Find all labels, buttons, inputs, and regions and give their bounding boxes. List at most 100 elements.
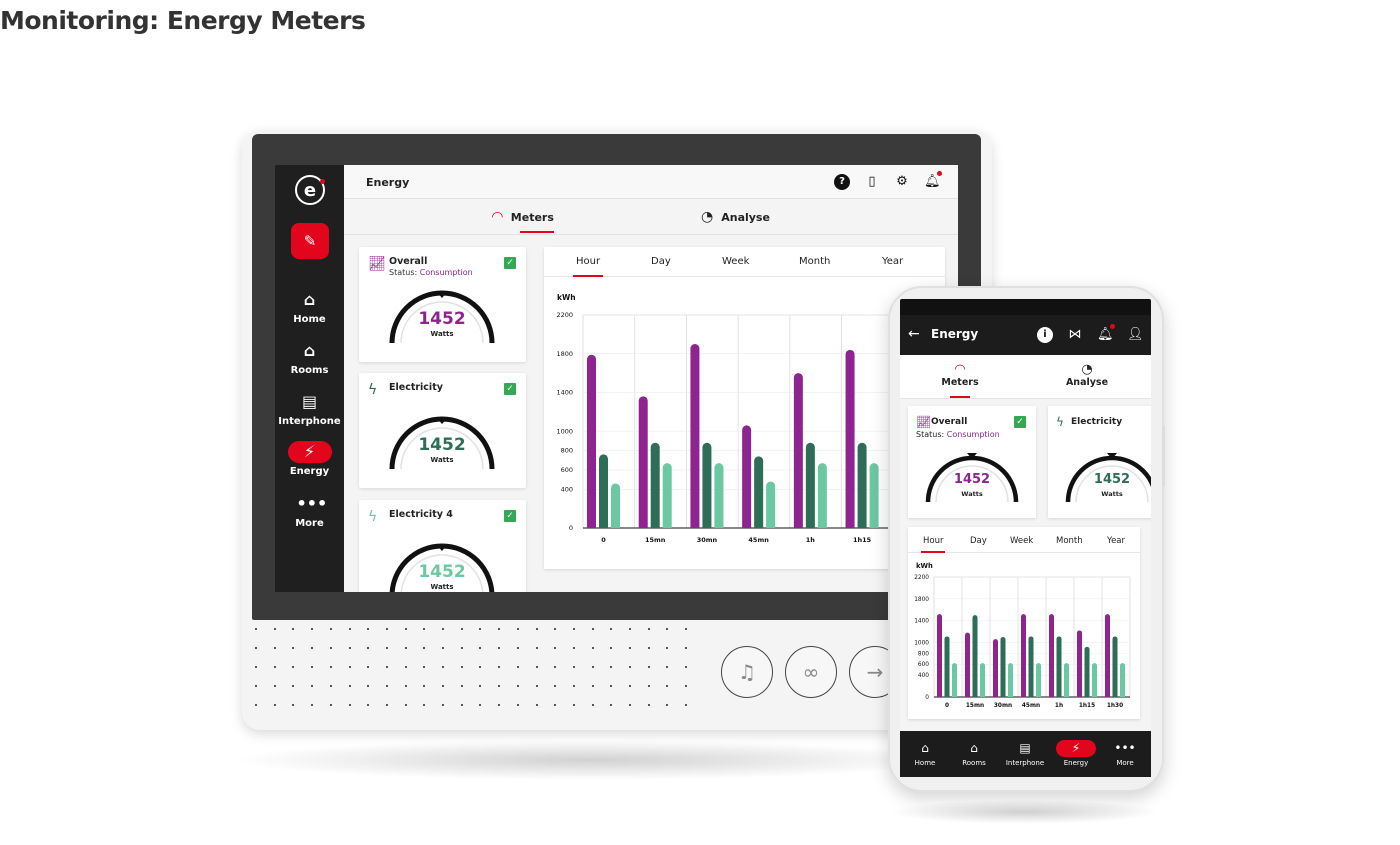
- no-signal-icon[interactable]: ⋈: [1067, 327, 1083, 343]
- speaker-hole: [666, 666, 669, 668]
- speaker-hole: [516, 666, 519, 668]
- bar: [611, 483, 620, 528]
- bar: [662, 463, 672, 528]
- arrow-icon: →: [866, 660, 884, 684]
- bar: [1000, 637, 1006, 697]
- sidebar-item-more[interactable]: ••• More: [275, 493, 344, 529]
- tab-week[interactable]: Week: [722, 256, 749, 267]
- main-tabs: ◠ Meters ◔ Analyse: [900, 355, 1151, 399]
- bell-icon[interactable]: 🔔︎: [924, 171, 942, 190]
- speaker-hole: [423, 647, 426, 649]
- y-tick-label: 0: [569, 524, 573, 532]
- tab-analyse[interactable]: ◔ Analyse: [1052, 363, 1122, 389]
- sidebar-item-interphone[interactable]: ▤ Interphone: [275, 391, 344, 427]
- checkbox-checked[interactable]: ✓: [1014, 416, 1026, 428]
- checkbox-checked[interactable]: ✓: [504, 383, 516, 395]
- tablet-screen: e ✎ ⌂ Home ⌂ Rooms ▤ Interphone ⚡ Energy…: [275, 165, 958, 592]
- info-icon[interactable]: i: [1037, 327, 1053, 343]
- tab-month[interactable]: Month: [1056, 536, 1083, 546]
- nav-label: Home: [914, 759, 936, 767]
- tab-meters[interactable]: ◠ Meters: [925, 363, 995, 398]
- bar: [638, 396, 648, 528]
- tab-year[interactable]: Year: [1107, 536, 1125, 546]
- period-tabs: Hour Day Week Month Year: [544, 247, 945, 277]
- y-tick-label: 800: [918, 651, 929, 657]
- bar-base: [805, 523, 815, 528]
- nav-label: Interphone: [1005, 759, 1045, 767]
- checkbox-checked[interactable]: ✓: [504, 510, 516, 522]
- nav-item-rooms[interactable]: ⌂ Rooms: [949, 740, 999, 767]
- tab-meters[interactable]: ◠ Meters: [492, 209, 554, 233]
- tab-day[interactable]: Day: [970, 536, 987, 546]
- bar: [805, 442, 815, 528]
- nav-label: More: [1116, 759, 1134, 767]
- bar: [937, 614, 942, 697]
- speaker-hole: [273, 628, 276, 630]
- meter-card-electricity-4[interactable]: ϟ Electricity 4 ✓ 1452 Watts: [359, 500, 526, 592]
- bar: [965, 632, 970, 697]
- x-tick-label: 0: [601, 536, 606, 544]
- y-tick-label: 1800: [556, 350, 573, 358]
- nav-item-home[interactable]: ⌂ Home: [900, 740, 950, 767]
- meter-card-electricity[interactable]: ϟ Electricity 1452 Watts: [1048, 406, 1151, 518]
- phone-shadow: [888, 800, 1160, 824]
- nav-item-energy[interactable]: ⚡ Energy: [1051, 740, 1101, 767]
- app-logo[interactable]: e: [295, 175, 325, 205]
- sidebar-item-label: Energy: [289, 466, 330, 477]
- gear-icon[interactable]: ⚙: [894, 174, 910, 190]
- tab-month[interactable]: Month: [799, 256, 830, 267]
- bar-base: [1008, 694, 1013, 697]
- nav-item-interphone[interactable]: ▤ Interphone: [1000, 740, 1050, 767]
- speaker-hole: [666, 685, 669, 687]
- speaker-hole: [442, 666, 444, 668]
- tab-day[interactable]: Day: [651, 256, 671, 267]
- speaker-hole: [666, 628, 669, 630]
- x-tick-label: 30mn: [697, 536, 718, 544]
- bar-base: [1077, 694, 1082, 697]
- bell-icon[interactable]: 🔔︎: [1097, 324, 1115, 343]
- x-tick-label: 1h: [1055, 703, 1063, 709]
- nav-item-more[interactable]: ••• More: [1100, 740, 1150, 767]
- speaker-hole: [255, 647, 257, 649]
- y-tick-label: 1400: [914, 619, 929, 625]
- link-button[interactable]: ∞: [785, 646, 837, 698]
- bar: [754, 456, 764, 528]
- edit-button[interactable]: ✎: [291, 223, 329, 259]
- tab-label: Analyse: [1065, 377, 1109, 388]
- device-icon[interactable]: ▯: [864, 174, 880, 190]
- energy-icon: ⚡: [1056, 740, 1096, 757]
- bar-base: [1092, 694, 1097, 697]
- y-tick-label: 0: [925, 695, 929, 701]
- meter-card-overall[interactable]: 📈︎ Overall Status: Consumption ✓ 1452 Wa…: [359, 247, 526, 362]
- bar-base: [587, 523, 596, 528]
- period-tabs: Hour Day Week Month Year: [908, 527, 1140, 553]
- sidebar-item-energy[interactable]: ⚡ Energy: [275, 441, 344, 477]
- tab-analyse[interactable]: ◔ Analyse: [701, 209, 770, 225]
- speaker-hole: [479, 704, 482, 706]
- meter-card-overall[interactable]: 📈︎ Overall Status: Consumption ✓ 1452 Wa…: [908, 406, 1036, 518]
- bar: [1008, 663, 1013, 697]
- sidebar-item-rooms[interactable]: ⌂ Rooms: [275, 340, 344, 376]
- speaker-hole: [460, 666, 463, 668]
- bar: [1112, 636, 1118, 697]
- help-icon[interactable]: ?: [834, 174, 850, 190]
- sidebar-item-home[interactable]: ⌂ Home: [275, 289, 344, 325]
- checkbox-checked[interactable]: ✓: [504, 257, 516, 269]
- status-label: Status:: [389, 268, 418, 277]
- meter-card-electricity[interactable]: ϟ Electricity ✓ 1452 Watts: [359, 373, 526, 488]
- user-icon[interactable]: 👤︎: [1127, 327, 1144, 343]
- speaker-hole: [367, 685, 370, 687]
- sidebar-item-label: More: [295, 518, 324, 529]
- tab-year[interactable]: Year: [882, 256, 903, 267]
- tab-hour[interactable]: Hour: [572, 256, 604, 277]
- speaker-hole: [367, 628, 370, 630]
- tab-week[interactable]: Week: [1010, 536, 1033, 546]
- y-tick-label: 600: [918, 662, 929, 668]
- doorbell-button[interactable]: ♫: [721, 646, 773, 698]
- tablet-shadow: [230, 740, 950, 780]
- speaker-hole: [554, 685, 557, 687]
- speaker-hole: [629, 647, 631, 649]
- bar-base: [766, 523, 776, 528]
- tab-hour[interactable]: Hour: [920, 536, 947, 553]
- back-arrow-icon[interactable]: ←: [908, 326, 920, 342]
